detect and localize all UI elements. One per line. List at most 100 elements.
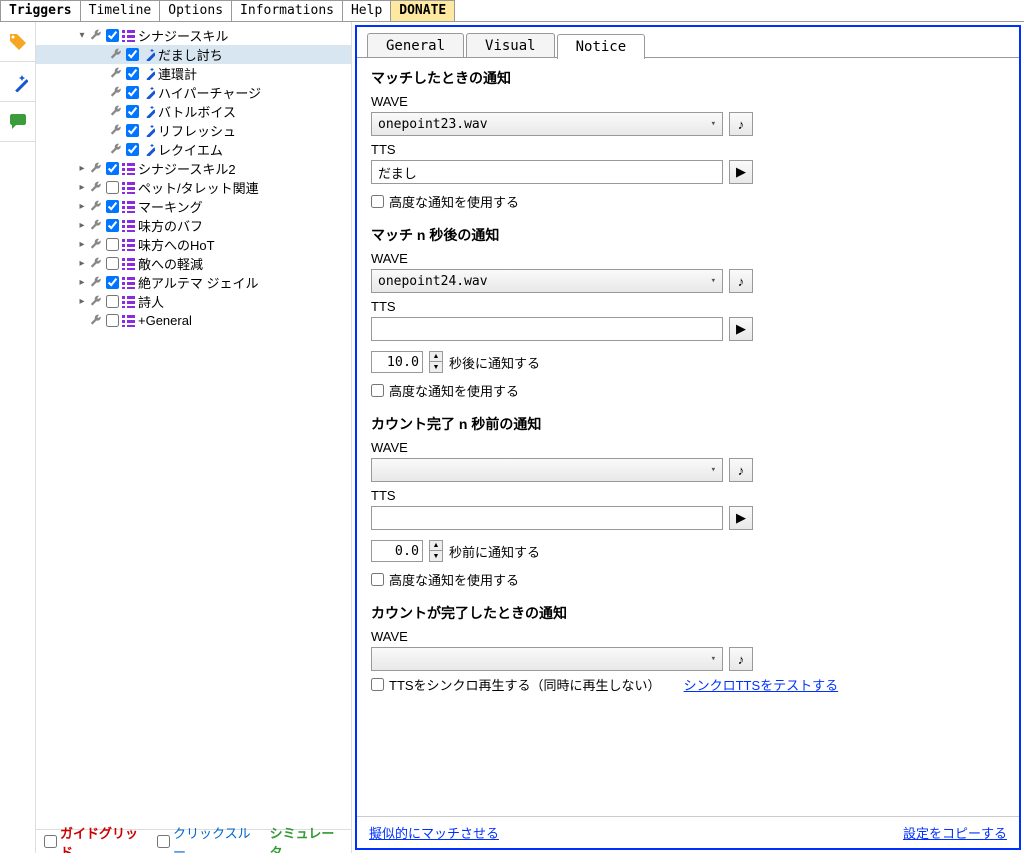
tree-row[interactable]: ▸絶アルテマ ジェイル [36, 273, 351, 292]
group-icon [120, 200, 136, 213]
tree-row[interactable]: ▸味方のバフ [36, 216, 351, 235]
wave-combo[interactable]: ▾ [371, 458, 723, 482]
tree-label: ハイパーチャージ [156, 83, 261, 102]
tree-checkbox[interactable] [104, 257, 120, 270]
play-sound-button[interactable]: ♪ [729, 458, 753, 482]
tree-row[interactable]: ▸ シナジースキル2 [36, 159, 351, 178]
tree-row[interactable]: レクイエム [36, 140, 351, 159]
tree-expander[interactable]: ▸ [76, 277, 88, 288]
tree-row[interactable]: ▸ ペット/タレット関連 [36, 178, 351, 197]
tree-row[interactable]: ▸味方へのHoT [36, 235, 351, 254]
tree-label: レクイエム [156, 140, 223, 159]
inner-tab-notice[interactable]: Notice [557, 34, 646, 59]
tree-checkbox[interactable] [104, 295, 120, 308]
trigger-icon [140, 143, 156, 156]
tts-input[interactable] [371, 506, 723, 530]
advanced-notify-label: 高度な通知を使用する [389, 192, 519, 211]
tree-expander[interactable]: ▸ [76, 296, 88, 307]
tree-checkbox[interactable] [104, 219, 120, 232]
tree-checkbox[interactable] [104, 314, 120, 327]
trigger-tree[interactable]: ▾シナジースキルだまし討ち連環計ハイパーチャージバトルボイスリフレッシュレクイエ… [36, 22, 351, 829]
top-tab-informations[interactable]: Informations [231, 0, 343, 21]
tree-row[interactable]: ▾シナジースキル [36, 26, 351, 45]
tree-checkbox[interactable] [104, 200, 120, 213]
tree-expander[interactable]: ▸ [76, 258, 88, 269]
tree-checkbox[interactable] [104, 181, 120, 194]
tree-row[interactable]: ▸敵への軽減 [36, 254, 351, 273]
side-tab-chat[interactable] [0, 102, 35, 142]
tree-checkbox[interactable] [104, 29, 120, 42]
tree-expander[interactable]: ▸ [76, 220, 88, 231]
tree-checkbox[interactable] [124, 143, 140, 156]
delay-input[interactable] [371, 540, 423, 562]
tree-checkbox[interactable] [104, 162, 120, 175]
sync-tts-checkbox[interactable] [371, 678, 384, 691]
tree-row[interactable]: ▸ マーキング [36, 197, 351, 216]
tree-label: バトルボイス [156, 102, 236, 121]
tree-row[interactable]: ▸詩人 [36, 292, 351, 311]
top-tab-options[interactable]: Options [159, 0, 232, 21]
top-tab-donate[interactable]: DONATE [390, 0, 455, 21]
wave-combo[interactable]: onepoint23.wav▾ [371, 112, 723, 136]
tts-input[interactable] [371, 317, 723, 341]
play-tts-button[interactable]: ▶ [729, 506, 753, 530]
tree-checkbox[interactable] [124, 105, 140, 118]
side-tab-tags[interactable] [0, 22, 35, 62]
play-sound-button[interactable]: ♪ [729, 269, 753, 293]
tree-label: ペット/タレット関連 [136, 178, 259, 197]
tree-checkbox[interactable] [124, 124, 140, 137]
play-tts-button[interactable]: ▶ [729, 317, 753, 341]
guide-grid-checkbox[interactable]: ガイドグリッド [44, 823, 145, 853]
tts-input[interactable] [371, 160, 723, 184]
tree-expander[interactable]: ▸ [76, 163, 88, 174]
tree-label: マーキング [136, 197, 203, 216]
wrench-icon [88, 29, 104, 42]
delay-spinner[interactable]: ▲▼ [429, 351, 443, 373]
advanced-notify-checkbox[interactable] [371, 195, 384, 208]
wave-combo[interactable]: ▾ [371, 647, 723, 671]
wave-combo[interactable]: onepoint24.wav▾ [371, 269, 723, 293]
section-title: カウント完了 n 秒前の通知 [371, 414, 1005, 434]
tree-row[interactable]: ハイパーチャージ [36, 83, 351, 102]
tree-checkbox[interactable] [104, 238, 120, 251]
inner-tab-visual[interactable]: Visual [466, 33, 555, 58]
tree-expander[interactable]: ▸ [76, 239, 88, 250]
delay-input[interactable] [371, 351, 423, 373]
trigger-icon [140, 124, 156, 137]
wrench-icon [108, 48, 124, 61]
tree-label: シナジースキル2 [136, 159, 236, 178]
delay-spinner[interactable]: ▲▼ [429, 540, 443, 562]
tree-row[interactable]: リフレッシュ [36, 121, 351, 140]
sync-tts-test-link[interactable]: シンクロTTSをテストする [684, 675, 839, 694]
side-tab-wand[interactable] [0, 62, 35, 102]
advanced-notify-checkbox[interactable] [371, 573, 384, 586]
tree-expander[interactable]: ▾ [76, 30, 88, 41]
tree-expander[interactable]: ▸ [76, 201, 88, 212]
tree-checkbox[interactable] [124, 86, 140, 99]
group-icon [120, 238, 136, 251]
play-sound-button[interactable]: ♪ [729, 112, 753, 136]
tree-expander[interactable]: ▸ [76, 182, 88, 193]
top-tab-help[interactable]: Help [342, 0, 391, 21]
play-tts-button[interactable]: ▶ [729, 160, 753, 184]
tree-checkbox[interactable] [124, 67, 140, 80]
copy-settings-link[interactable]: 設定をコピーする [903, 823, 1007, 842]
simulate-match-link[interactable]: 擬似的にマッチさせる [369, 823, 499, 842]
tree-checkbox[interactable] [104, 276, 120, 289]
advanced-notify-checkbox[interactable] [371, 384, 384, 397]
inner-tabs: GeneralVisualNotice [357, 27, 1019, 58]
section-title: マッチしたときの通知 [371, 68, 1005, 88]
top-tab-triggers[interactable]: Triggers [0, 0, 81, 21]
simulator-link[interactable]: シミュレータ [270, 823, 343, 853]
click-through-checkbox[interactable]: クリックスルー [157, 823, 258, 853]
top-tab-timeline[interactable]: Timeline [80, 0, 161, 21]
tree-row[interactable]: +General [36, 311, 351, 330]
delay-suffix: 秒後に通知する [449, 353, 540, 372]
tree-row[interactable]: 連環計 [36, 64, 351, 83]
tree-checkbox[interactable] [124, 48, 140, 61]
play-sound-button[interactable]: ♪ [729, 647, 753, 671]
tree-row[interactable]: バトルボイス [36, 102, 351, 121]
inner-tab-general[interactable]: General [367, 33, 464, 58]
tree-row[interactable]: だまし討ち [36, 45, 351, 64]
wrench-icon [108, 124, 124, 137]
